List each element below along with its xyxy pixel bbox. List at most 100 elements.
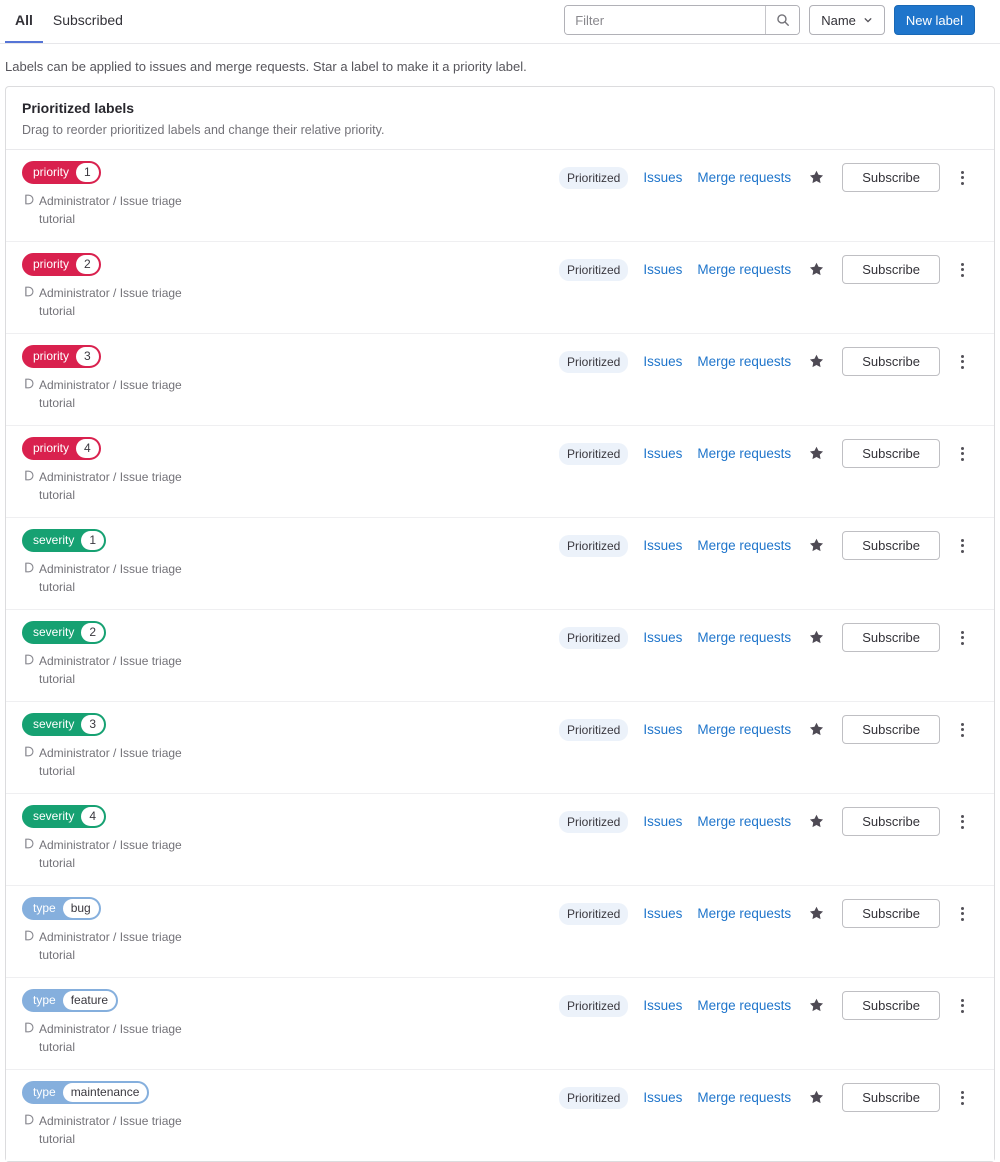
project-path-text: Administrator / Issue triage tutorial [39, 930, 182, 962]
more-actions-button[interactable] [955, 718, 970, 742]
merge-requests-link[interactable]: Merge requests [697, 630, 791, 645]
star-button[interactable] [806, 813, 827, 830]
label-row[interactable]: type bug Administrator / Issue triage tu… [6, 886, 994, 978]
subscribe-button[interactable]: Subscribe [842, 623, 940, 652]
issues-link[interactable]: Issues [643, 630, 682, 645]
subscribe-button[interactable]: Subscribe [842, 715, 940, 744]
merge-requests-link[interactable]: Merge requests [697, 1090, 791, 1105]
label-row[interactable]: severity 1 Administrator / Issue triage … [6, 518, 994, 610]
more-actions-button[interactable] [955, 534, 970, 558]
more-actions-button[interactable] [955, 626, 970, 650]
tab-subscribed[interactable]: Subscribed [43, 0, 133, 43]
issues-link[interactable]: Issues [643, 1090, 682, 1105]
merge-requests-link[interactable]: Merge requests [697, 814, 791, 829]
star-button[interactable] [806, 905, 827, 922]
issues-link[interactable]: Issues [643, 538, 682, 553]
star-button[interactable] [806, 445, 827, 462]
label-value: 1 [81, 531, 105, 550]
star-filled-icon [808, 445, 825, 462]
subscribe-button[interactable]: Subscribe [842, 347, 940, 376]
label-badge[interactable]: type maintenance [22, 1081, 150, 1104]
label-row[interactable]: severity 3 Administrator / Issue triage … [6, 702, 994, 794]
label-project-path: Administrator / Issue triage tutorial [22, 284, 200, 320]
label-actions: Prioritized Issues Merge requests Subscr… [559, 623, 970, 652]
label-row[interactable]: severity 4 Administrator / Issue triage … [6, 794, 994, 886]
star-button[interactable] [806, 721, 827, 738]
issues-link[interactable]: Issues [643, 262, 682, 277]
label-scope: type [33, 993, 56, 1007]
project-path-text: Administrator / Issue triage tutorial [39, 194, 182, 226]
new-label-button[interactable]: New label [893, 5, 975, 35]
issues-link[interactable]: Issues [643, 354, 682, 369]
tab-all[interactable]: All [5, 0, 43, 43]
search-button[interactable] [765, 6, 800, 34]
merge-requests-link[interactable]: Merge requests [697, 998, 791, 1013]
label-row[interactable]: priority 4 Administrator / Issue triage … [6, 426, 994, 518]
label-row[interactable]: severity 2 Administrator / Issue triage … [6, 610, 994, 702]
search-icon [776, 13, 790, 27]
more-actions-button[interactable] [955, 1086, 970, 1110]
issues-link[interactable]: Issues [643, 998, 682, 1013]
label-badge[interactable]: severity 3 [22, 713, 107, 736]
subscribe-button[interactable]: Subscribe [842, 163, 940, 192]
more-actions-button[interactable] [955, 258, 970, 282]
label-badge[interactable]: priority 3 [22, 345, 101, 368]
prioritized-badge: Prioritized [559, 166, 629, 189]
sort-dropdown[interactable]: Name [809, 5, 885, 35]
issues-link[interactable]: Issues [643, 170, 682, 185]
subscribe-button[interactable]: Subscribe [842, 807, 940, 836]
subscribe-button[interactable]: Subscribe [842, 255, 940, 284]
label-row[interactable]: priority 1 Administrator / Issue triage … [6, 150, 994, 242]
merge-requests-link[interactable]: Merge requests [697, 538, 791, 553]
merge-requests-link[interactable]: Merge requests [697, 262, 791, 277]
label-row[interactable]: type maintenance Administrator / Issue t… [6, 1070, 994, 1161]
label-badge[interactable]: severity 1 [22, 529, 107, 552]
subscribe-button[interactable]: Subscribe [842, 899, 940, 928]
merge-requests-link[interactable]: Merge requests [697, 446, 791, 461]
label-badge[interactable]: type bug [22, 897, 101, 920]
subscribe-button[interactable]: Subscribe [842, 1083, 940, 1112]
more-actions-button[interactable] [955, 442, 970, 466]
project-path-text: Administrator / Issue triage tutorial [39, 838, 182, 870]
issues-link[interactable]: Issues [643, 722, 682, 737]
more-actions-button[interactable] [955, 810, 970, 834]
label-row[interactable]: priority 2 Administrator / Issue triage … [6, 242, 994, 334]
label-info: severity 2 Administrator / Issue triage … [22, 621, 200, 688]
star-button[interactable] [806, 1089, 827, 1106]
star-button[interactable] [806, 629, 827, 646]
more-actions-button[interactable] [955, 902, 970, 926]
merge-requests-link[interactable]: Merge requests [697, 354, 791, 369]
star-button[interactable] [806, 261, 827, 278]
label-badge[interactable]: priority 2 [22, 253, 101, 276]
label-badge[interactable]: priority 4 [22, 437, 101, 460]
label-badge[interactable]: severity 4 [22, 805, 107, 828]
star-button[interactable] [806, 997, 827, 1014]
subscribe-button[interactable]: Subscribe [842, 531, 940, 560]
vertical-ellipsis-icon [961, 814, 964, 818]
merge-requests-link[interactable]: Merge requests [697, 906, 791, 921]
subscribe-button[interactable]: Subscribe [842, 991, 940, 1020]
merge-requests-link[interactable]: Merge requests [697, 170, 791, 185]
label-row[interactable]: type feature Administrator / Issue triag… [6, 978, 994, 1070]
subscribe-button[interactable]: Subscribe [842, 439, 940, 468]
issues-link[interactable]: Issues [643, 446, 682, 461]
label-info: priority 4 Administrator / Issue triage … [22, 437, 200, 504]
more-actions-button[interactable] [955, 350, 970, 374]
more-actions-button[interactable] [955, 994, 970, 1018]
issues-link[interactable]: Issues [643, 906, 682, 921]
label-badge[interactable]: type feature [22, 989, 119, 1012]
prioritized-label-list: priority 1 Administrator / Issue triage … [6, 150, 994, 1161]
more-actions-button[interactable] [955, 166, 970, 190]
merge-requests-link[interactable]: Merge requests [697, 722, 791, 737]
issues-link[interactable]: Issues [643, 814, 682, 829]
label-badge[interactable]: priority 1 [22, 161, 101, 184]
label-row[interactable]: priority 3 Administrator / Issue triage … [6, 334, 994, 426]
label-info: priority 1 Administrator / Issue triage … [22, 161, 200, 228]
star-button[interactable] [806, 537, 827, 554]
star-button[interactable] [806, 353, 827, 370]
project-path-text: Administrator / Issue triage tutorial [39, 562, 182, 594]
label-badge[interactable]: severity 2 [22, 621, 107, 644]
filter-input[interactable] [565, 6, 766, 34]
star-button[interactable] [806, 169, 827, 186]
panel-subtitle: Drag to reorder prioritized labels and c… [22, 123, 385, 137]
